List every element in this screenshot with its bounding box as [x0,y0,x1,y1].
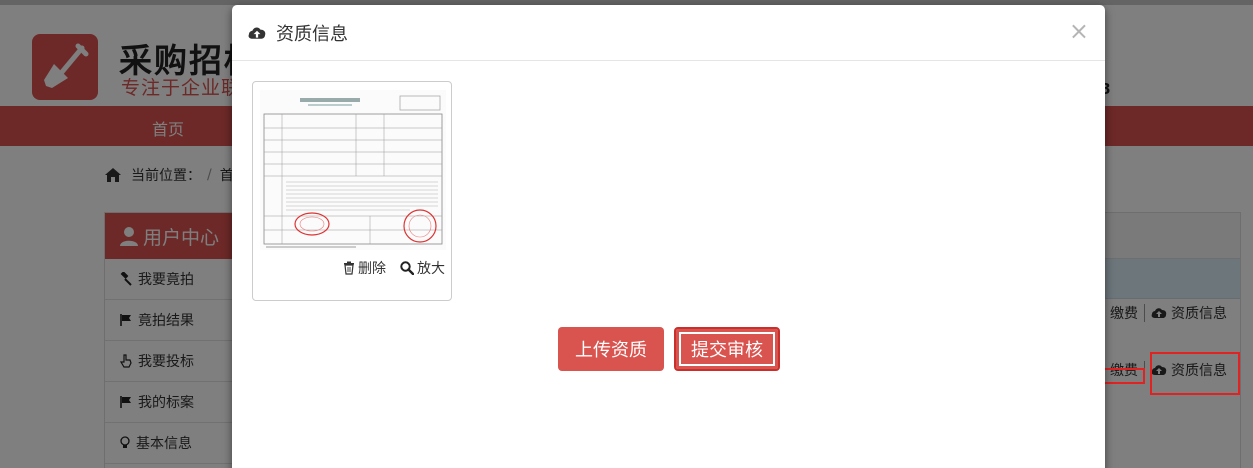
close-icon[interactable]: × [1069,19,1089,43]
modal-header: 资质信息 × [232,5,1105,61]
delete-button[interactable]: 删除 [343,258,386,278]
cloud-upload-icon [248,27,266,39]
submit-review-button[interactable]: 提交审核 [674,327,780,371]
zoom-label: 放大 [417,261,445,277]
zoom-button[interactable]: 放大 [400,258,445,278]
modal-button-row: 上传资质 提交审核 [558,327,780,371]
document-image [260,90,446,250]
upload-qualification-button[interactable]: 上传资质 [558,327,664,371]
qualification-thumbnail: 删除 放大 [252,81,452,301]
modal-title: 资质信息 [276,23,348,45]
annotation-highlight [1150,352,1240,395]
delete-label: 删除 [358,261,386,277]
trash-icon [344,261,354,275]
search-icon [400,261,414,275]
qualification-modal: 资质信息 × 删除 放大 上传资质 提交审核 [232,5,1105,468]
thumbnail-actions: 删除 放大 [329,258,445,278]
